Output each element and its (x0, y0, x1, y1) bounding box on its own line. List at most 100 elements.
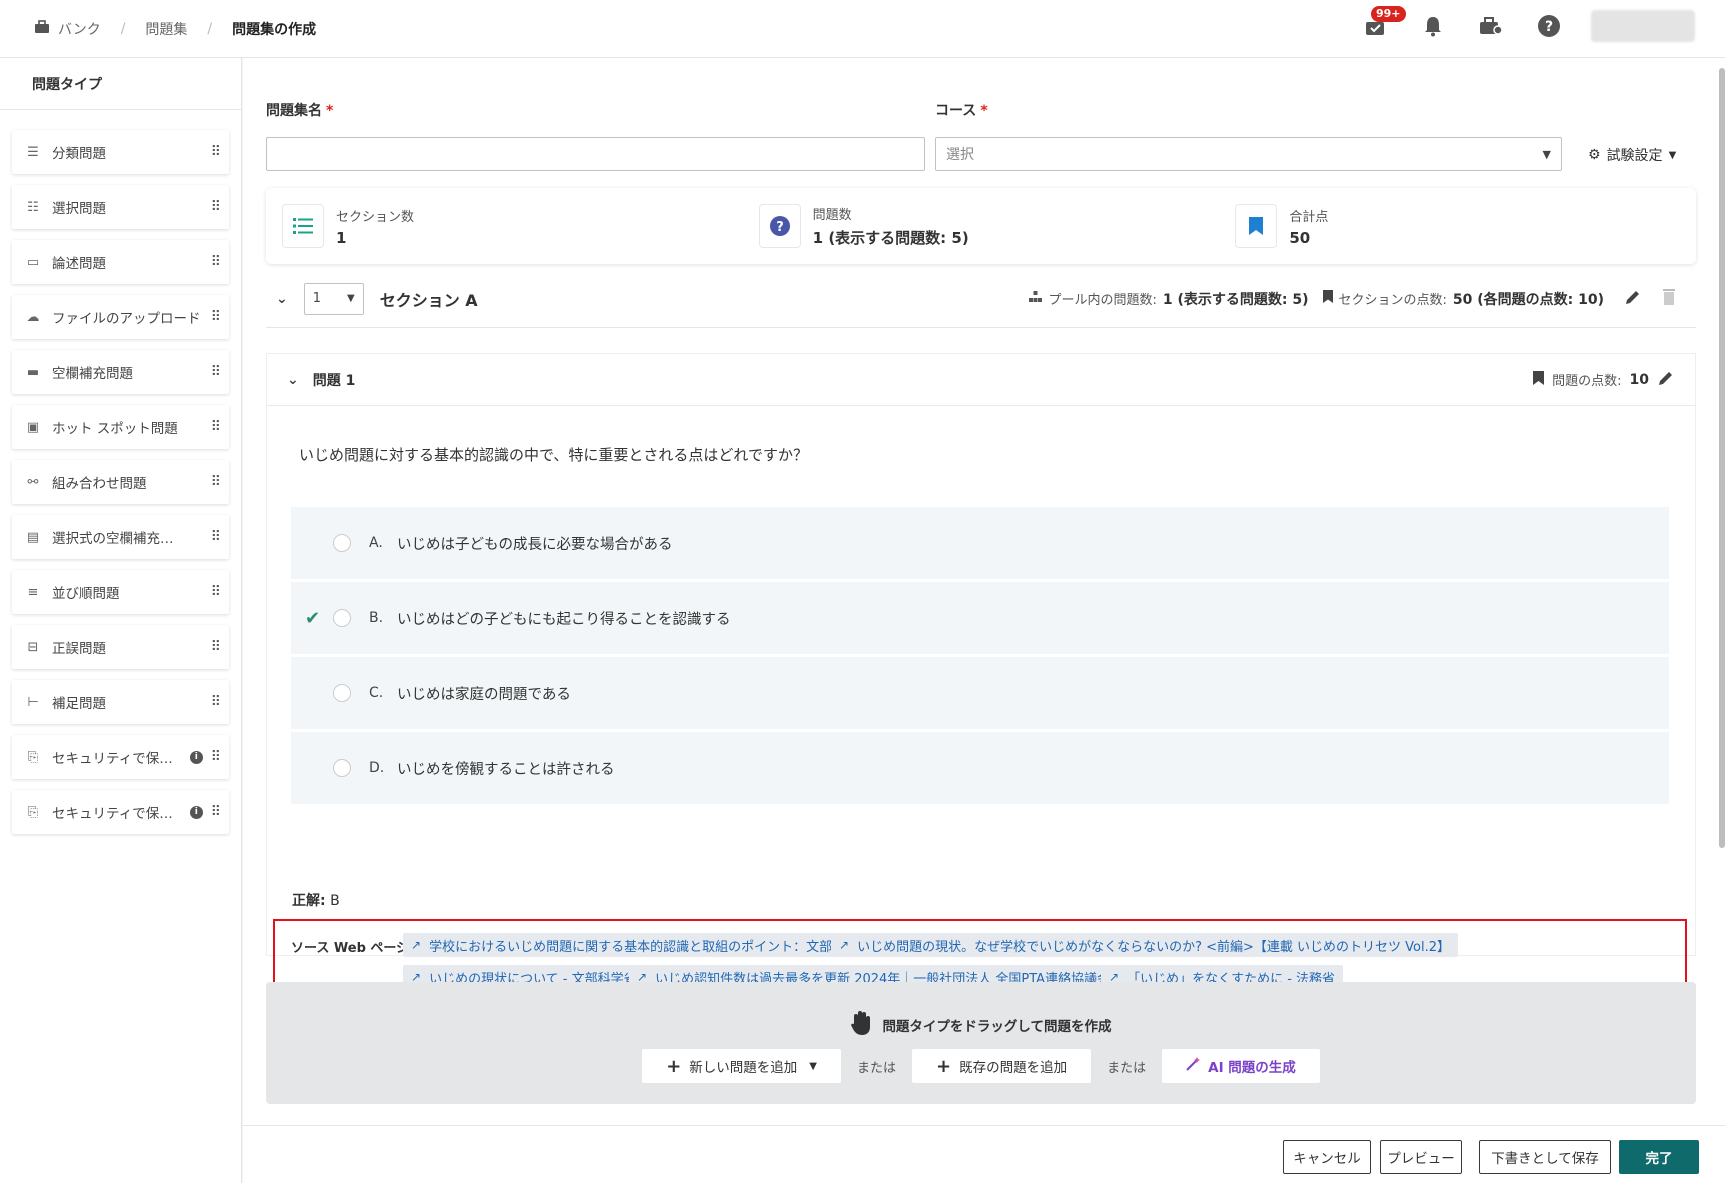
save-draft-button[interactable]: 下書きとして保存 (1479, 1140, 1611, 1174)
option-text: いじめは子どもの成長に必要な場合がある (397, 536, 673, 553)
stat-sections-label: セクション数 (336, 209, 415, 225)
chevron-down-icon[interactable]: ⌄ (287, 372, 299, 388)
bank-icon (34, 19, 50, 38)
question-card: ⌄ 問題 1 問題の点数: 10 いじめ問題に対する基本的認識の中で、特に重要と… (266, 353, 1696, 1003)
question-type-item[interactable]: ☰ 分類問題 ⠿ (12, 130, 229, 174)
option-radio[interactable] (333, 684, 351, 702)
stat-sections-value: 1 (336, 228, 347, 247)
upload-icon: ☁ (26, 309, 40, 325)
question-dropzone[interactable]: 問題タイプをドラッグして問題を作成 + 新しい問題を追加 ▼ または + 既存の… (266, 982, 1696, 1104)
stat-questions: ? 問題数 1 (表示する問題数: 5) (743, 188, 1220, 264)
question-type-item[interactable]: ▭ 論述問題 ⠿ (12, 240, 229, 284)
question-type-label: 選択式の空欄補充… (52, 531, 174, 547)
section-number-select[interactable]: 1 ▼ (303, 282, 364, 315)
drag-handle-icon[interactable]: ⠿ (211, 639, 221, 655)
drag-handle-icon[interactable]: ⠿ (211, 254, 221, 270)
set-name-label: 問題集名 * (266, 103, 334, 119)
drag-handle-icon[interactable]: ⠿ (211, 364, 221, 380)
set-name-input[interactable] (266, 137, 925, 171)
course-select[interactable]: 選択 ▼ (935, 137, 1562, 171)
drag-handle-icon[interactable]: ⠿ (211, 309, 221, 325)
footer-bar: キャンセル プレビュー 下書きとして保存 完了 (243, 1125, 1725, 1183)
breadcrumb-bank[interactable]: バンク (58, 19, 101, 39)
drag-handle-icon[interactable]: ⠿ (211, 584, 221, 600)
option-radio[interactable] (333, 534, 351, 552)
question-type-item[interactable]: ⚯ 組み合わせ問題 ⠿ (12, 460, 229, 504)
help-button[interactable]: ? (1533, 10, 1565, 42)
question-type-item[interactable]: ▤ 選択式の空欄補充… ⠿ (12, 515, 229, 559)
section-title: セクション A (379, 290, 478, 310)
order-icon: ≡ (27, 584, 39, 600)
gear-icon: ⚙ (1588, 147, 1601, 163)
user-avatar[interactable] (1591, 10, 1695, 42)
drag-handle-icon[interactable]: ⠿ (211, 144, 221, 160)
exam-settings-button[interactable]: ⚙ 試験設定 ▼ (1588, 145, 1676, 165)
question-title: 問題 1 (312, 372, 356, 389)
question-type-label: 補足問題 (52, 696, 106, 712)
secure-icon: ⎘ (27, 804, 39, 820)
chevron-down-icon[interactable]: ⌄ (276, 291, 288, 307)
source-link[interactable]: ↗ いじめ問題の現状。なぜ学校でいじめがなくならないのか? <前編>【連載 いじめ… (831, 933, 1458, 957)
toolbox-button[interactable] (1475, 10, 1507, 42)
question-type-item[interactable]: ☁ ファイルのアップロード ⠿ (12, 295, 229, 339)
caret-down-icon: ▼ (347, 293, 355, 304)
stats-panel: セクション数 1 ? 問題数 1 (表示する問題数: 5) 合計点 50 (266, 188, 1696, 264)
classify-icon: ☰ (27, 144, 39, 160)
question-type-item[interactable]: ⎘ セキュリティで保護さ… i ⠿ (12, 735, 229, 779)
course-label: コース * (935, 103, 988, 119)
question-type-item[interactable]: ▬ 空欄補充問題 ⠿ (12, 350, 229, 394)
info-icon[interactable]: i (189, 805, 203, 819)
question-points-value: 10 (1629, 371, 1649, 388)
option-radio[interactable] (333, 609, 351, 627)
edit-section-button[interactable] (1624, 288, 1642, 310)
notifications-button[interactable] (1417, 10, 1449, 42)
done-button[interactable]: 完了 (1619, 1140, 1699, 1174)
question-type-item[interactable]: ▣ ホット スポット問題 ⠿ (12, 405, 229, 449)
answer-option: D. いじめを傍観することは許される (291, 732, 1669, 804)
sidebar-title: 問題タイプ (0, 58, 241, 110)
question-type-list: ☰ 分類問題 ⠿ ☷ 選択問題 ⠿ ▭ 論述問題 ⠿ ☁ ファイルのアップロード ⠿ ▬ 空欄補充問題 ⠿ ▣… (0, 110, 241, 834)
info-icon[interactable]: i (189, 750, 203, 764)
breadcrumb-current: 問題集の作成 (232, 21, 317, 38)
or-text: または (1107, 1060, 1147, 1076)
question-type-item[interactable]: ⎘ セキュリティで保護さ… i ⠿ (12, 790, 229, 834)
external-link-icon: ↗ (839, 938, 850, 952)
option-radio[interactable] (333, 759, 351, 777)
dropzone-title: 問題タイプをドラッグして問題を作成 (266, 1010, 1696, 1040)
correct-answer: 正解: B (292, 893, 340, 909)
question-type-item[interactable]: ☷ 選択問題 ⠿ (12, 185, 229, 229)
page-scrollbar[interactable] (1717, 58, 1725, 1068)
drag-handle-icon[interactable]: ⠿ (211, 419, 221, 435)
ai-generate-button[interactable]: AI 問題の生成 (1162, 1049, 1320, 1083)
hotspot-icon: ▣ (26, 419, 40, 435)
tasks-button[interactable]: 99+ (1359, 6, 1406, 42)
matching-icon: ⚯ (27, 474, 39, 490)
drag-handle-icon[interactable]: ⠿ (211, 804, 221, 820)
check-icon: ✔ (305, 607, 321, 629)
source-link[interactable]: ↗ 学校におけるいじめ問題に関する基本的認識と取組のポイント：文部科学省 (403, 933, 880, 957)
add-new-question-button[interactable]: + 新しい問題を追加 ▼ (642, 1049, 841, 1083)
scrollbar-thumb[interactable] (1719, 68, 1725, 848)
drag-handle-icon[interactable]: ⠿ (211, 199, 221, 215)
preview-button[interactable]: プレビュー (1380, 1140, 1462, 1174)
sources-label: ソース Web ページ: (291, 941, 415, 956)
help-icon: ? (1538, 15, 1560, 37)
delete-section-button[interactable] (1662, 288, 1676, 309)
stat-questions-value: 1 (表示する問題数: 5) (812, 229, 969, 247)
breadcrumb-question-sets[interactable]: 問題集 (145, 19, 187, 39)
question-type-item[interactable]: ≡ 並び順問題 ⠿ (12, 570, 229, 614)
option-text: いじめはどの子どもにも起こり得ることを認識する (397, 611, 731, 628)
add-existing-question-button[interactable]: + 既存の問題を追加 (912, 1049, 1092, 1083)
question-type-item[interactable]: ⊟ 正誤問題 ⠿ (12, 625, 229, 669)
answer-option: C. いじめは家庭の問題である (291, 657, 1669, 729)
drag-handle-icon[interactable]: ⠿ (211, 694, 221, 710)
drag-handle-icon[interactable]: ⠿ (211, 529, 221, 545)
edit-question-button[interactable] (1657, 369, 1675, 391)
question-type-item[interactable]: ⊢ 補足問題 ⠿ (12, 680, 229, 724)
drag-handle-icon[interactable]: ⠿ (211, 749, 221, 765)
or-text: または (857, 1060, 897, 1076)
choice-icon: ☷ (27, 199, 39, 215)
drag-handle-icon[interactable]: ⠿ (211, 474, 221, 490)
cancel-button[interactable]: キャンセル (1283, 1140, 1371, 1174)
toolbox-icon (1480, 17, 1503, 35)
